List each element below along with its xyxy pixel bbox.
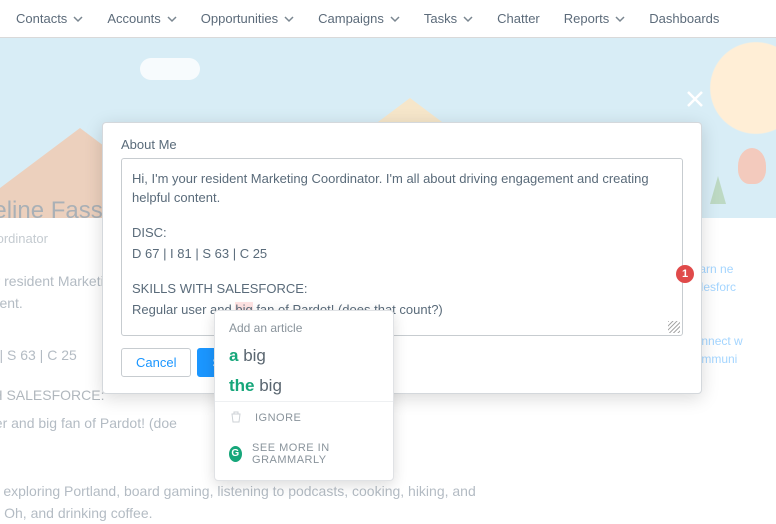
chevron-down-icon xyxy=(284,14,294,24)
grammarly-error-badge[interactable]: 1 xyxy=(676,265,694,283)
nav-reports[interactable]: Reports xyxy=(552,0,638,37)
nav-tasks[interactable]: Tasks xyxy=(412,0,485,37)
nav-dashboards[interactable]: Dashboards xyxy=(637,0,731,37)
about-me-textarea[interactable]: Hi, I'm your resident Marketing Coordina… xyxy=(122,159,682,335)
grammarly-suggestion[interactable]: a big xyxy=(215,341,393,371)
about-me-textarea-wrap: Hi, I'm your resident Marketing Coordina… xyxy=(121,158,683,336)
modal-field-label: About Me xyxy=(121,137,683,152)
nav-contacts[interactable]: Contacts xyxy=(4,0,95,37)
cancel-button[interactable]: Cancel xyxy=(121,348,191,377)
grammarly-suggestion[interactable]: the big xyxy=(215,371,393,401)
nav-campaigns[interactable]: Campaigns xyxy=(306,0,412,37)
grammarly-popup: Add an article a big the big IGNORE G SE… xyxy=(214,310,394,481)
grammarly-popup-title: Add an article xyxy=(215,321,393,341)
trash-icon xyxy=(229,410,245,426)
top-nav: Contacts Accounts Opportunities Campaign… xyxy=(0,0,776,38)
chevron-down-icon xyxy=(167,14,177,24)
nav-accounts[interactable]: Accounts xyxy=(95,0,188,37)
chevron-down-icon xyxy=(390,14,400,24)
chevron-down-icon xyxy=(463,14,473,24)
chevron-down-icon xyxy=(615,14,625,24)
nav-opportunities[interactable]: Opportunities xyxy=(189,0,306,37)
nav-chatter[interactable]: Chatter xyxy=(485,0,552,37)
chevron-down-icon xyxy=(73,14,83,24)
grammarly-ignore[interactable]: IGNORE xyxy=(215,401,393,434)
resize-handle-icon[interactable] xyxy=(668,321,680,333)
close-icon[interactable] xyxy=(684,88,706,115)
grammarly-logo-icon: G xyxy=(229,446,242,462)
grammarly-see-more[interactable]: G SEE MORE IN GRAMMARLY xyxy=(215,434,393,474)
about-me-modal: About Me Hi, I'm your resident Marketing… xyxy=(102,122,702,394)
